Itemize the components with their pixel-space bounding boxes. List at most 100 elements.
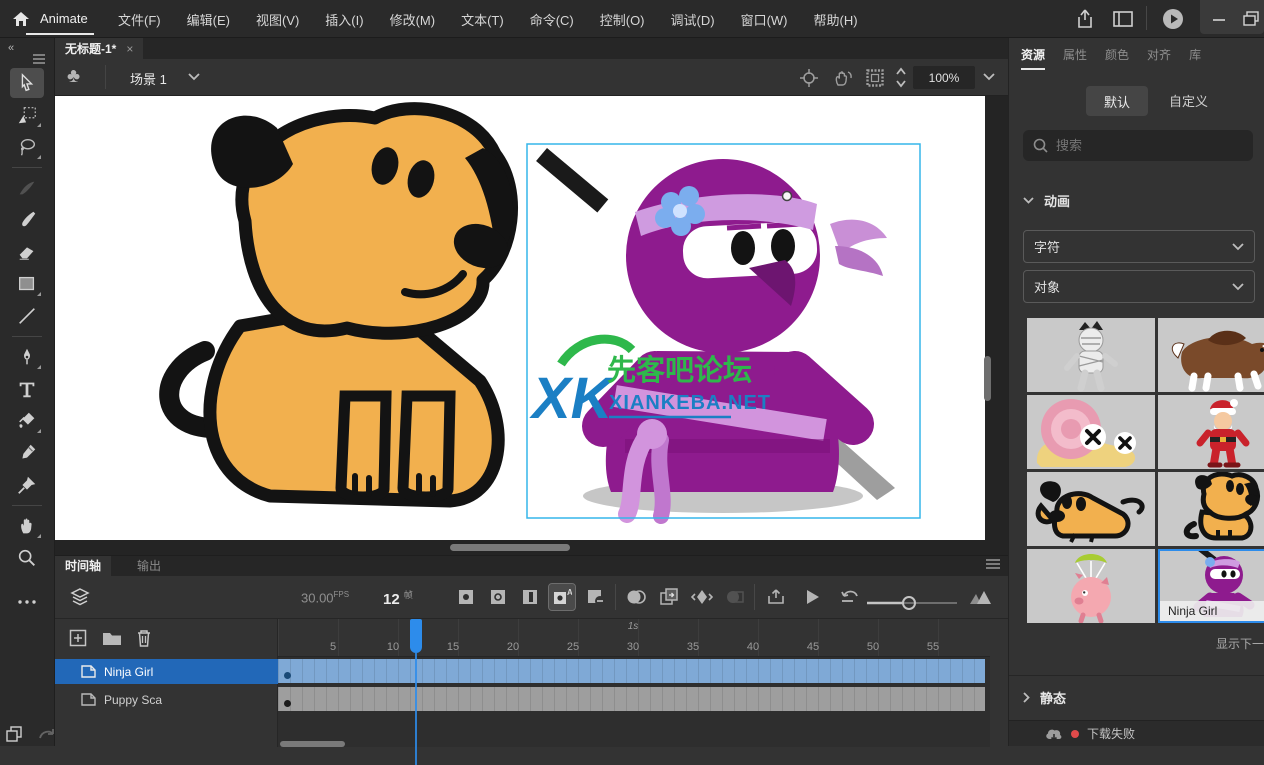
more-tools-icon[interactable] bbox=[10, 587, 44, 617]
edit-symbols-icon[interactable]: ♣ bbox=[67, 65, 80, 88]
tab-color[interactable]: 颜色 bbox=[1105, 46, 1129, 70]
auto-keyframe-button[interactable]: A bbox=[549, 584, 575, 610]
onion-skin-button[interactable] bbox=[623, 584, 649, 610]
center-stage-icon[interactable] bbox=[797, 67, 821, 89]
tab-align[interactable]: 对齐 bbox=[1147, 46, 1171, 70]
stage-horizontal-scrollbar[interactable] bbox=[450, 544, 570, 551]
app-name[interactable]: Animate bbox=[40, 11, 88, 26]
menu-file[interactable]: 文件(F) bbox=[118, 10, 161, 29]
rotation-tool-icon[interactable] bbox=[831, 67, 855, 89]
layer-row-ninja-girl[interactable]: Ninja Girl bbox=[55, 659, 278, 684]
current-frame-display[interactable]: 12 帧 bbox=[383, 588, 413, 608]
menu-commands[interactable]: 命令(C) bbox=[530, 10, 574, 29]
timeline-horizontal-scrollbar[interactable] bbox=[280, 741, 345, 747]
tab-library[interactable]: 库 bbox=[1189, 46, 1201, 70]
cloud-download-icon[interactable] bbox=[1045, 727, 1063, 741]
menu-control[interactable]: 控制(O) bbox=[600, 10, 645, 29]
asset-thumb-santa[interactable] bbox=[1158, 395, 1264, 469]
back-to-start-button[interactable] bbox=[837, 584, 863, 610]
add-folder-button[interactable] bbox=[101, 627, 123, 649]
frame-strip-ninja-girl[interactable] bbox=[278, 659, 985, 683]
layers-stack-icon[interactable] bbox=[67, 584, 93, 610]
play-button[interactable] bbox=[799, 584, 825, 610]
pen-tool[interactable] bbox=[10, 342, 44, 372]
layer-row-puppy[interactable]: Puppy Sca bbox=[55, 687, 278, 712]
section-animated[interactable]: 动画 bbox=[1023, 191, 1070, 210]
add-layer-button[interactable] bbox=[67, 627, 89, 649]
keyframe-dot[interactable] bbox=[284, 672, 291, 679]
zoom-level-input[interactable] bbox=[913, 66, 975, 89]
remove-frames-button[interactable] bbox=[583, 584, 609, 610]
timeline-zoom-slider[interactable] bbox=[867, 596, 957, 610]
playhead[interactable] bbox=[410, 619, 422, 653]
toolbar-menu-icon[interactable] bbox=[32, 54, 46, 64]
restore-window-icon[interactable] bbox=[1238, 7, 1264, 31]
timeline-frames-pane[interactable]: 1s 5 10 15 20 25 30 35 40 45 50 55 bbox=[278, 619, 990, 747]
asset-warp-pin-tool[interactable] bbox=[10, 470, 44, 500]
asset-thumb-wolf[interactable] bbox=[1158, 318, 1264, 392]
redo-arrow-icon[interactable] bbox=[38, 726, 56, 742]
collapse-toolbar-icon[interactable]: « bbox=[8, 42, 14, 54]
clip-content-icon[interactable] bbox=[863, 67, 887, 89]
loop-playback-button[interactable] bbox=[763, 584, 789, 610]
timeline-ruler[interactable]: 1s 5 10 15 20 25 30 35 40 45 50 55 bbox=[278, 619, 990, 657]
delete-layer-button[interactable] bbox=[133, 627, 155, 649]
characters-dropdown[interactable]: 字符 bbox=[1023, 230, 1255, 263]
classic-brush-tool[interactable] bbox=[10, 205, 44, 235]
tab-properties[interactable]: 属性 bbox=[1063, 46, 1087, 70]
subselection-tool[interactable] bbox=[10, 100, 44, 130]
default-mode-button[interactable]: 默认 bbox=[1086, 86, 1148, 116]
keyframe-dot[interactable] bbox=[284, 700, 291, 707]
fluid-brush-tool[interactable] bbox=[10, 173, 44, 203]
show-next-link[interactable]: 显示下一个 bbox=[1216, 635, 1264, 652]
tab-output[interactable]: 输出 bbox=[127, 556, 171, 576]
test-movie-icon[interactable] bbox=[1160, 7, 1186, 31]
zoom-dropdown-chevron-icon[interactable] bbox=[983, 73, 995, 81]
timeline-panel-menu-icon[interactable] bbox=[985, 558, 1001, 570]
menu-insert[interactable]: 插入(I) bbox=[325, 10, 363, 29]
tab-assets[interactable]: 资源 bbox=[1021, 46, 1045, 70]
asset-thumb-ninja-girl[interactable]: Ninja Girl bbox=[1158, 549, 1264, 623]
stage-vertical-scrollbar[interactable] bbox=[984, 356, 991, 401]
tab-timeline[interactable]: 时间轴 bbox=[55, 556, 111, 576]
zoom-tool[interactable] bbox=[10, 543, 44, 573]
custom-mode-button[interactable]: 自定义 bbox=[1169, 91, 1208, 110]
asset-thumb-mummy[interactable] bbox=[1027, 318, 1155, 392]
section-static[interactable]: 静态 bbox=[1023, 688, 1066, 707]
minimize-icon[interactable] bbox=[1206, 7, 1232, 31]
menu-view[interactable]: 视图(V) bbox=[256, 10, 299, 29]
search-box[interactable] bbox=[1023, 130, 1253, 161]
asset-thumb-puppy-scared[interactable] bbox=[1027, 472, 1155, 546]
home-icon[interactable] bbox=[8, 7, 34, 31]
fps-display[interactable]: 30.00FPS bbox=[301, 590, 349, 605]
menu-debug[interactable]: 调试(D) bbox=[671, 10, 715, 29]
frame-strip-puppy[interactable] bbox=[278, 687, 985, 711]
workspace-icon[interactable] bbox=[1110, 7, 1136, 31]
asset-thumb-snail[interactable] bbox=[1027, 395, 1155, 469]
insert-frame-button[interactable] bbox=[517, 584, 543, 610]
line-tool[interactable] bbox=[10, 301, 44, 331]
text-tool[interactable] bbox=[10, 374, 44, 404]
scene-dropdown-chevron-icon[interactable] bbox=[188, 73, 200, 81]
eraser-tool[interactable] bbox=[10, 237, 44, 267]
selection-tool[interactable] bbox=[10, 68, 44, 98]
create-tween-button[interactable] bbox=[689, 584, 715, 610]
menu-modify[interactable]: 修改(M) bbox=[390, 10, 436, 29]
zoom-stepper[interactable] bbox=[895, 67, 907, 88]
asset-thumb-pig-parachute[interactable] bbox=[1027, 549, 1155, 623]
stacked-squares-icon[interactable] bbox=[6, 726, 22, 742]
paint-bucket-tool[interactable] bbox=[10, 406, 44, 436]
objects-dropdown[interactable]: 对象 bbox=[1023, 270, 1255, 303]
hand-tool[interactable] bbox=[10, 511, 44, 541]
stage-canvas[interactable]: XK 先客吧论坛 XIANKEBA.NET bbox=[55, 96, 985, 540]
insert-keyframe-button[interactable] bbox=[453, 584, 479, 610]
close-tab-icon[interactable]: × bbox=[126, 42, 133, 56]
menu-window[interactable]: 窗口(W) bbox=[741, 10, 788, 29]
menu-edit[interactable]: 编辑(E) bbox=[187, 10, 230, 29]
search-input[interactable] bbox=[1056, 138, 1226, 153]
asset-thumb-puppy-sitting[interactable] bbox=[1158, 472, 1264, 546]
scene-label[interactable]: 场景 1 bbox=[130, 69, 167, 88]
edit-multiple-frames-button[interactable] bbox=[656, 584, 682, 610]
document-tab[interactable]: 无标题-1* × bbox=[55, 38, 143, 59]
menu-text[interactable]: 文本(T) bbox=[461, 10, 504, 29]
